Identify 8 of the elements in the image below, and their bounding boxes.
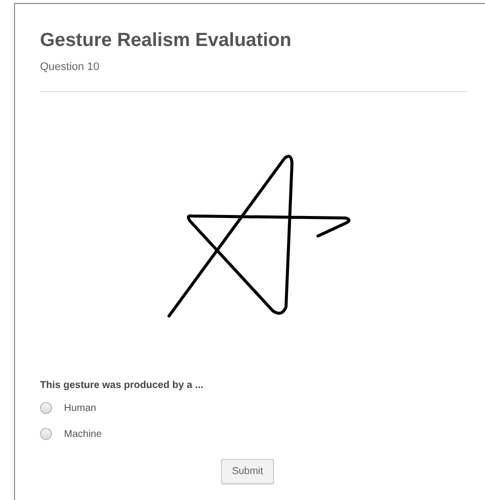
submit-button[interactable]: Submit xyxy=(220,459,274,484)
radio-button[interactable] xyxy=(40,428,52,440)
radio-button[interactable] xyxy=(40,402,52,414)
question-number: Question 10 xyxy=(40,61,100,73)
question-text: This gesture was produced by a ... xyxy=(40,380,204,391)
form-title: Gesture Realism Evaluation xyxy=(40,30,292,52)
option-label[interactable]: Human xyxy=(64,402,96,414)
option-label[interactable]: Machine xyxy=(64,428,102,440)
